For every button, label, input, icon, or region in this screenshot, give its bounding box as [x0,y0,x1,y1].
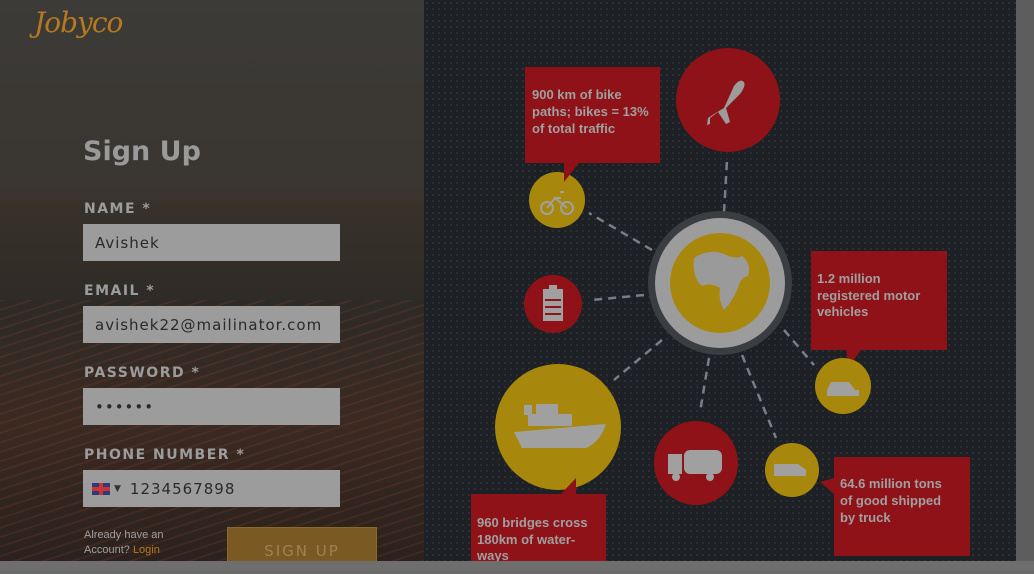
bike-text-3: of total traffic [532,121,615,136]
signup-panel: Jobyco Sign Up NAME * Avishek EMAIL * av… [0,0,424,561]
email-field[interactable]: avishek22@mailinator.com [83,306,340,343]
battery-icon [543,285,563,321]
account-text: Account? [84,544,130,556]
email-label: EMAIL * [84,283,156,299]
vehicles-text-2: registered motor [817,288,920,303]
transport-infographic: 900 km of bike paths; bikes = 13% of tot… [424,0,1016,561]
phone-field[interactable]: ▼ 1234567898 [83,470,340,507]
bike-text-2: paths; bikes = 13% [532,104,649,119]
uk-flag-icon[interactable] [92,482,110,495]
brand-logo[interactable]: Jobyco [34,6,123,39]
vehicles-text-3: vehicles [817,304,868,319]
phone-value[interactable]: 1234567898 [130,480,235,498]
password-label: PASSWORD * [84,365,201,381]
bridges-text-3: ways [476,548,509,561]
infographic-svg: 900 km of bike paths; bikes = 13% of tot… [471,48,970,561]
phone-label: PHONE NUMBER * [84,447,246,463]
chevron-down-icon[interactable]: ▼ [114,484,122,494]
bridges-text-1: 960 bridges cross [477,515,588,530]
truck-text-2: of good shipped [840,493,941,508]
bridges-text-2: 180km of water- [477,532,575,547]
name-label: NAME * [84,201,152,217]
vehicles-text-1: 1.2 million [817,271,881,286]
login-prompt: Already have an Account? Login [84,528,164,558]
truck-text-3: by truck [840,510,891,525]
bike-text-1: 900 km of bike [532,87,622,102]
name-field[interactable]: Avishek [83,224,340,261]
login-link[interactable]: Login [133,544,160,556]
scrollbar[interactable] [1016,0,1034,561]
bottom-edge [0,561,1034,571]
password-field[interactable]: •••••• [83,388,340,425]
page-title: Sign Up [83,136,201,167]
already-text: Already have an [84,529,164,541]
truck-text-1: 64.6 million tons [840,476,942,491]
